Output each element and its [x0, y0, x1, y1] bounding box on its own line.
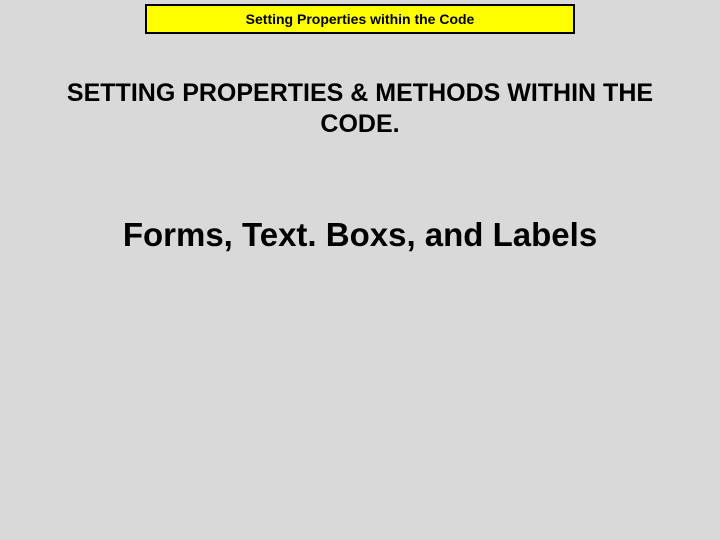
main-heading: SETTING PROPERTIES & METHODS WITHIN THE …: [0, 78, 720, 141]
title-banner-text: Setting Properties within the Code: [246, 11, 475, 27]
title-banner: Setting Properties within the Code: [145, 4, 575, 34]
sub-heading: Forms, Text. Boxs, and Labels: [0, 216, 720, 254]
